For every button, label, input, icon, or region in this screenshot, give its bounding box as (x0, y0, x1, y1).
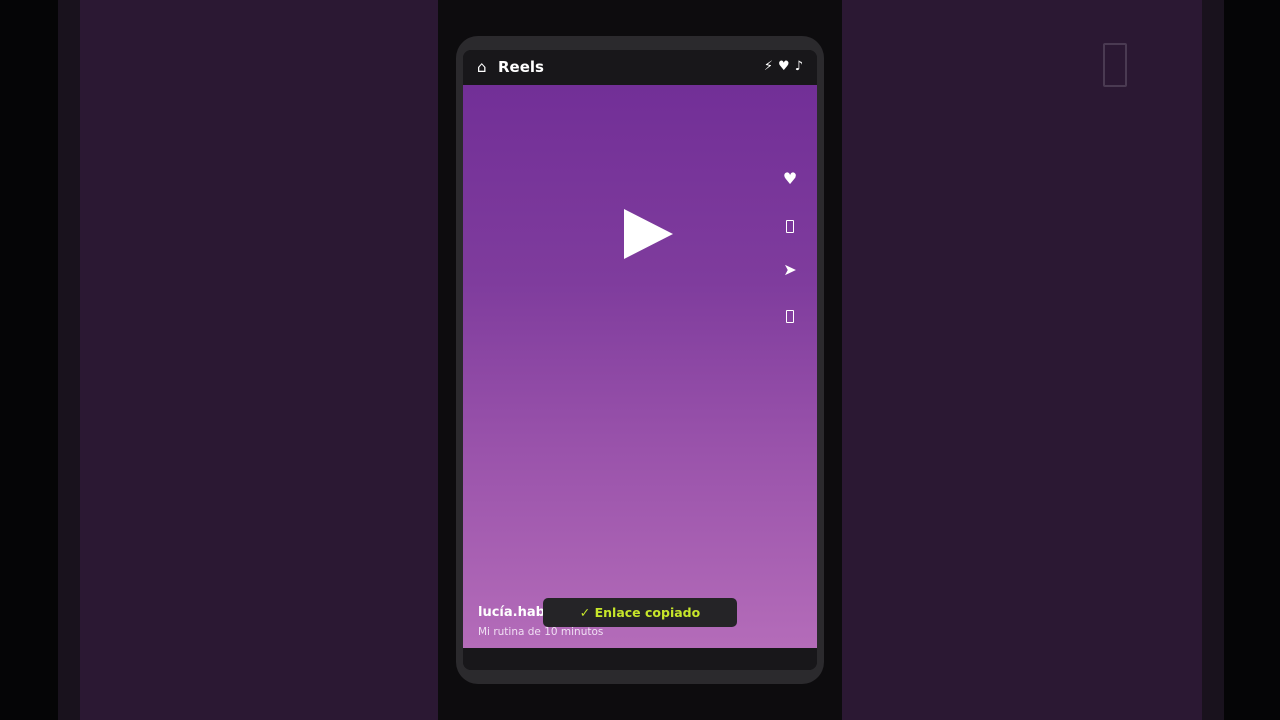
flash-icon[interactable]: ⚡ (764, 58, 773, 76)
page-title: Reels (498, 58, 544, 76)
phone-frame: ⌂ Reels ⚡ ♥ ♪ ♥ ➤ lucía.hab Mi rutina de… (456, 36, 824, 684)
right-edge-inner (1202, 0, 1224, 720)
top-bar: ⌂ Reels ⚡ ♥ ♪ (463, 50, 817, 85)
post-caption: Mi rutina de 10 minutos (478, 626, 604, 638)
link-copied-toast: ✓ Enlace copiado (543, 598, 737, 627)
right-backdrop (842, 0, 1202, 720)
share-icon[interactable]: ➤ (779, 260, 801, 280)
reel-video[interactable] (463, 85, 817, 648)
left-backdrop (80, 0, 438, 720)
heart-icon[interactable]: ♥ (778, 58, 790, 76)
left-edge-inner (58, 0, 80, 720)
left-edge (0, 0, 58, 720)
bottom-bar (463, 648, 817, 670)
placeholder-glyph-icon (1103, 43, 1127, 87)
right-edge (1224, 0, 1280, 720)
music-note-icon[interactable]: ♪ (795, 58, 803, 76)
save-icon[interactable] (786, 310, 794, 323)
author-name[interactable]: lucía.hab (478, 605, 545, 621)
home-icon[interactable]: ⌂ (477, 58, 487, 76)
phone-screen: ⌂ Reels ⚡ ♥ ♪ ♥ ➤ lucía.hab Mi rutina de… (463, 50, 817, 670)
like-icon[interactable]: ♥ (779, 169, 801, 189)
comment-icon[interactable] (786, 220, 794, 233)
play-icon[interactable] (624, 209, 673, 259)
topbar-icon-group: ⚡ ♥ ♪ (764, 58, 803, 76)
app-stage: ⌂ Reels ⚡ ♥ ♪ ♥ ➤ lucía.hab Mi rutina de… (0, 0, 1280, 720)
